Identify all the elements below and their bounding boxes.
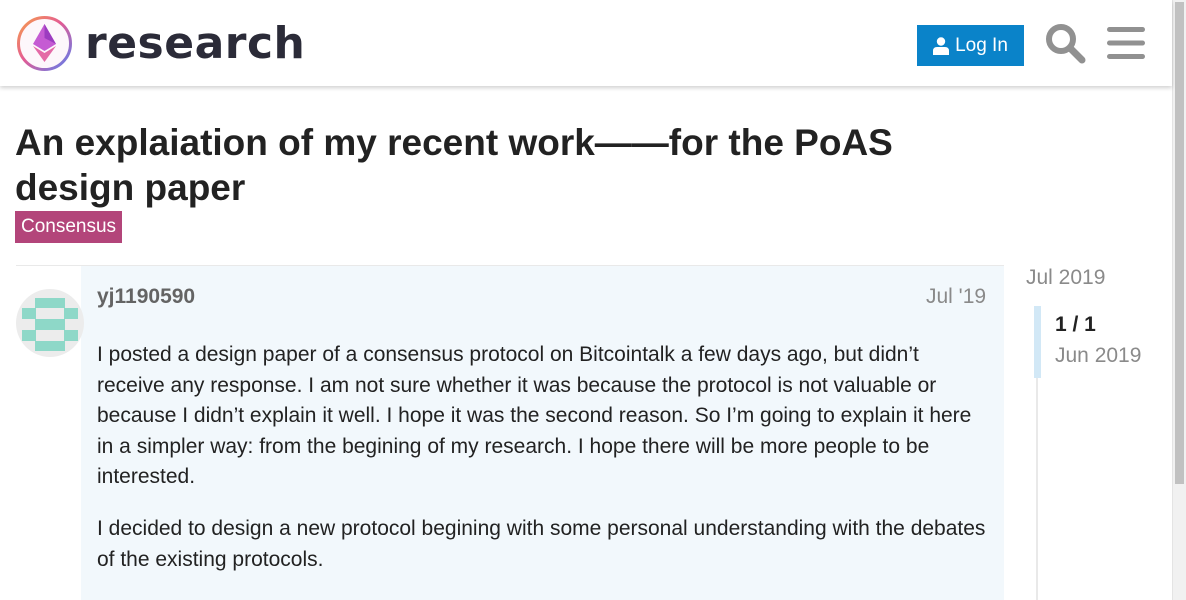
post-date[interactable]: Jul '19 [926,285,986,309]
site-header: research Log In [0,0,1172,86]
scrollbar-thumb[interactable] [1175,2,1184,484]
timeline-scroll-handle[interactable] [1034,306,1041,378]
site-logo-text: research [85,18,306,69]
user-icon [933,36,950,55]
hamburger-menu-icon [1107,27,1145,59]
timeline-position: 1 / 1 [1055,313,1096,336]
avatar[interactable] [16,289,84,357]
search-button[interactable] [1044,22,1086,64]
topic-title[interactable]: An explaiation of my recent work——for th… [15,120,1015,210]
login-button-label: Log In [955,34,1008,56]
login-button[interactable]: Log In [917,25,1024,66]
timeline-start-date[interactable]: Jul 2019 [1026,266,1105,290]
site-logo[interactable]: research [16,15,305,72]
post-username[interactable]: yj1190590 [97,285,195,309]
ethereum-research-logo-icon [17,16,72,71]
post-paragraph: I posted a design paper of a consensus p… [97,343,972,488]
hamburger-menu-button[interactable] [1107,25,1145,61]
identicon-avatar-icon [22,298,78,351]
timeline-end-date: Jun 2019 [1055,344,1142,367]
page-scrollbar[interactable] [1172,0,1186,600]
search-icon [1046,24,1086,64]
post-paragraph: I decided to design a new protocol begin… [97,517,986,571]
category-badge[interactable]: Consensus [15,211,123,243]
